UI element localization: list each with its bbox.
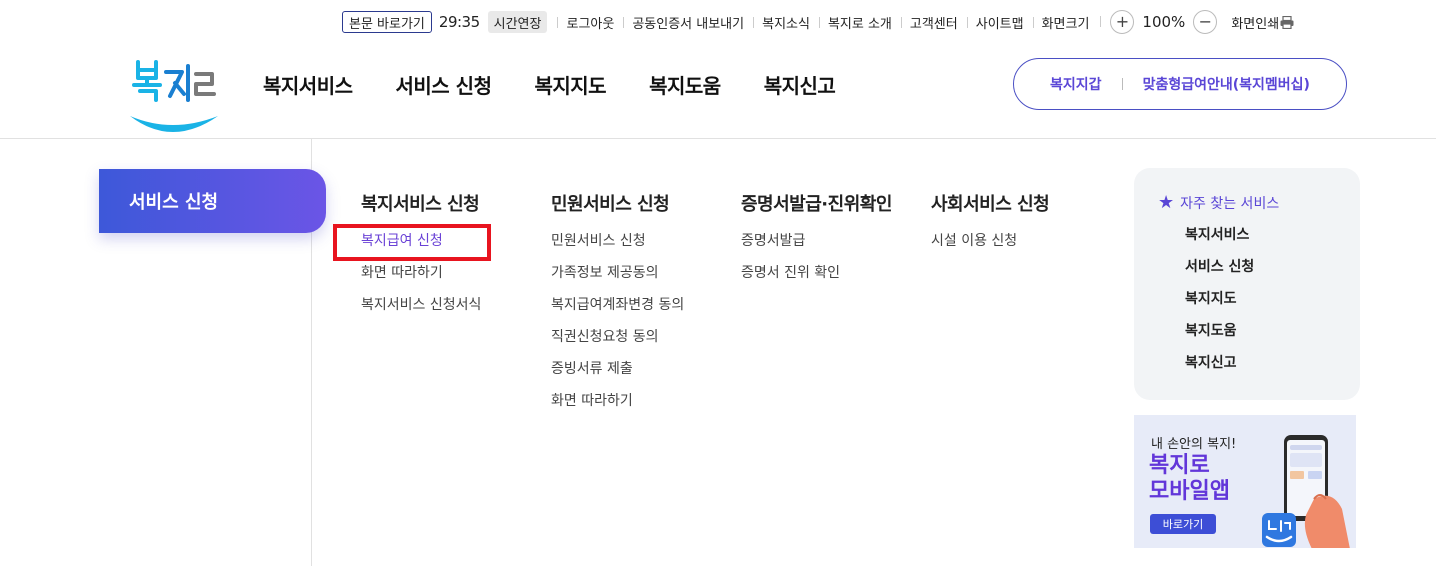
column-heading[interactable]: 복지서비스 신청 — [361, 190, 481, 216]
favorite-services-box: ★ 자주 찾는 서비스 복지서비스 서비스 신청 복지지도 복지도움 복지신고 — [1134, 168, 1360, 400]
logo-mark — [130, 60, 218, 132]
zoom-out-button[interactable]: − — [1193, 10, 1218, 34]
skip-to-content-button[interactable]: 본문 바로가기 — [342, 11, 432, 33]
menu-item-facility-apply[interactable]: 시설 이용 신청 — [931, 231, 1049, 263]
nav-service-apply[interactable]: 서비스 신청 — [396, 70, 492, 99]
column-civil-apply: 민원서비스 신청 민원서비스 신청 가족정보 제공동의 복지급여계좌변경 동의 … — [551, 190, 684, 423]
extend-session-button[interactable]: 시간연장 — [487, 11, 548, 33]
printer-icon — [1280, 15, 1294, 29]
divider — [1121, 78, 1123, 90]
sitemap-link[interactable]: 사이트맵 — [966, 13, 1033, 32]
favorites-heading: ★ 자주 찾는 서비스 — [1158, 192, 1360, 213]
favorite-item[interactable]: 복지지도 — [1185, 289, 1360, 321]
print-button[interactable]: 화면인쇄 — [1231, 13, 1294, 32]
zoom-level: 100% — [1142, 13, 1186, 31]
session-timer: 29:35 — [438, 13, 480, 31]
membership-link[interactable]: 맞춤형급여안내(복지멤버십) — [1143, 74, 1310, 94]
menu-item-certificate-issue[interactable]: 증명서발급 — [741, 231, 892, 263]
menu-item-official-request[interactable]: 직권신청요청 동의 — [551, 327, 684, 359]
favorite-item[interactable]: 복지신고 — [1185, 353, 1360, 385]
column-social-service: 사회서비스 신청 시설 이용 신청 — [931, 190, 1050, 263]
banner-title-line2: 모바일앱 — [1149, 479, 1230, 504]
banner-go-button[interactable]: 바로가기 — [1150, 514, 1216, 534]
nav-welfare-report[interactable]: 복지신고 — [764, 70, 836, 99]
phone-hand-icon — [1262, 435, 1350, 548]
highlight-annotation — [333, 224, 491, 261]
banner-subtitle: 내 손안의 복지! — [1151, 437, 1237, 452]
menu-item-certificate-verify[interactable]: 증명서 진위 확인 — [741, 263, 892, 295]
main-navigation: 복지서비스 서비스 신청 복지지도 복지도움 복지신고 — [263, 70, 878, 99]
menu-item-account-change[interactable]: 복지급여계좌변경 동의 — [551, 295, 684, 327]
quick-links-pill: 복지지갑 맞춤형급여안내(복지멤버십) — [1013, 58, 1347, 110]
welfare-news-link[interactable]: 복지소식 — [753, 13, 819, 32]
logout-link[interactable]: 로그아웃 — [557, 13, 623, 32]
star-icon: ★ — [1158, 192, 1175, 213]
utility-bar: 본문 바로가기 29:35 시간연장 로그아웃 공동인증서 내보내기 복지소식 … — [342, 10, 1294, 34]
welfare-wallet-link[interactable]: 복지지갑 — [1050, 74, 1102, 94]
menu-item-guide[interactable]: 화면 따라하기 — [361, 263, 481, 295]
favorite-item[interactable]: 복지서비스 — [1185, 225, 1360, 257]
column-certificate: 증명서발급·진위확인 증명서발급 증명서 진위 확인 — [741, 190, 892, 295]
about-link[interactable]: 복지로 소개 — [818, 13, 901, 32]
column-heading[interactable]: 민원서비스 신청 — [551, 190, 684, 216]
zoom-in-button[interactable]: + — [1110, 10, 1135, 34]
menu-item-guide[interactable]: 화면 따라하기 — [551, 391, 684, 423]
nav-welfare-help[interactable]: 복지도움 — [649, 70, 721, 99]
column-heading[interactable]: 증명서발급·진위확인 — [741, 190, 892, 216]
menu-item-document-submit[interactable]: 증빙서류 제출 — [551, 359, 684, 391]
nav-welfare-service[interactable]: 복지서비스 — [263, 70, 353, 99]
banner-title-line1: 복지로 — [1149, 453, 1210, 478]
bokjiro-logo[interactable] — [126, 52, 222, 142]
customer-center-link[interactable]: 고객센터 — [900, 13, 967, 32]
banner-title: 복지로 모바일앱 — [1149, 453, 1230, 505]
screen-size-label: 화면크기 — [1032, 13, 1099, 32]
print-label: 화면인쇄 — [1231, 16, 1280, 32]
menu-item-forms[interactable]: 복지서비스 신청서식 — [361, 295, 481, 327]
zoom-control: + 100% − — [1100, 10, 1218, 34]
favorites-title: 자주 찾는 서비스 — [1180, 195, 1280, 212]
side-menu-title: 서비스 신청 — [99, 169, 326, 233]
header-divider — [0, 138, 1436, 139]
favorite-item[interactable]: 서비스 신청 — [1185, 257, 1360, 289]
menu-item-civil-apply[interactable]: 민원서비스 신청 — [551, 231, 684, 263]
favorite-item[interactable]: 복지도움 — [1185, 321, 1360, 353]
menu-item-family-consent[interactable]: 가족정보 제공동의 — [551, 263, 684, 295]
export-certificate-link[interactable]: 공동인증서 내보내기 — [623, 13, 753, 32]
column-heading[interactable]: 사회서비스 신청 — [931, 190, 1050, 216]
nav-welfare-map[interactable]: 복지지도 — [534, 70, 606, 99]
mobile-app-banner[interactable]: 내 손안의 복지! 복지로 모바일앱 바로가기 — [1134, 415, 1356, 548]
